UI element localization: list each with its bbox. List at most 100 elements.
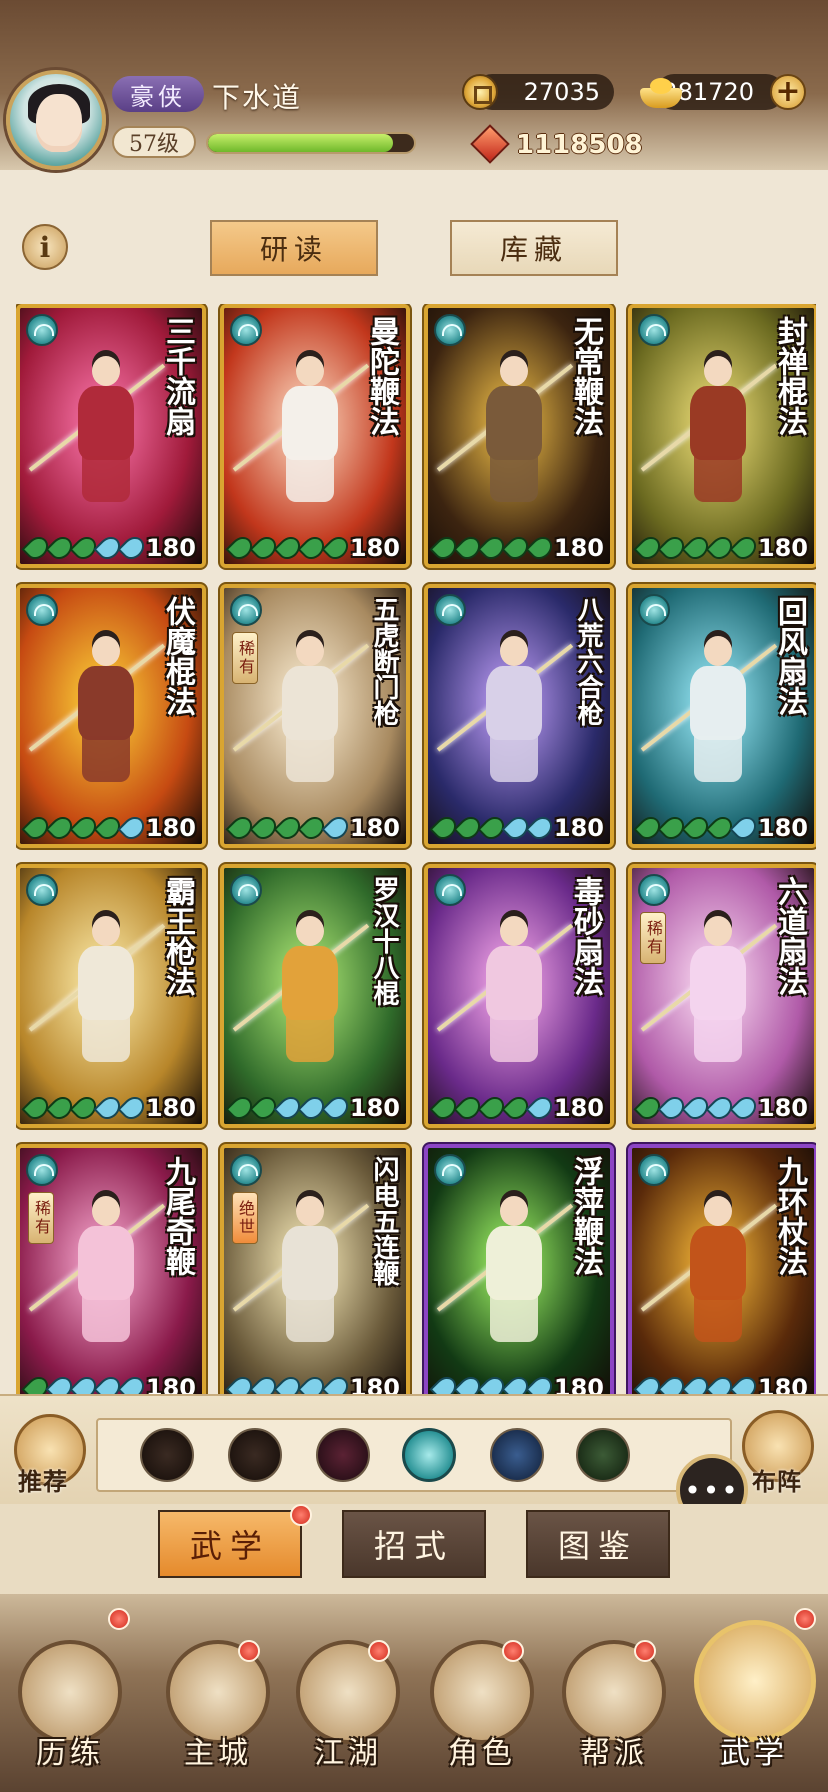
grade-drop-icon [321,532,353,564]
main-city-notification-dot [238,1640,260,1662]
fan-school-badge-icon [230,594,262,626]
formation-label: 布阵 [752,1467,802,1496]
fan-school-icon[interactable] [402,1428,456,1482]
fan-school-badge-icon [26,874,58,906]
card-power: 180 [757,1374,808,1394]
card-title: 霸王枪法 [160,876,195,996]
grade-drop-icon [321,1372,353,1394]
player-name: 下水道 [212,81,303,114]
grade-drop-icon [525,1092,557,1124]
fan-school-badge-icon [638,594,670,626]
martial-art-card[interactable]: 稀有 九尾奇鞭 180 [16,1144,206,1394]
rarity-tag: 稀有 [28,1192,54,1244]
card-grade-drops [21,812,149,844]
info-button[interactable]: i [22,224,68,270]
card-character [464,636,564,786]
grade-drop-icon [117,1092,149,1124]
martial-arts-nav-notification-dot [794,1608,816,1630]
martial-art-card[interactable]: 三千流扇 180 [16,304,206,568]
card-power: 180 [349,814,400,842]
nav-martial-arts-label: 武学 [720,1736,788,1771]
martial-art-card[interactable]: 伏魔棍法 180 [16,584,206,848]
grade-drop-icon [321,1092,353,1124]
card-power: 180 [553,1374,604,1394]
card-character [260,1196,360,1346]
fan-school-badge-icon [434,314,466,346]
card-title: 九尾奇鞭 [160,1156,195,1276]
combat-power-value: 1118508 [516,130,643,160]
card-grade-drops [633,812,761,844]
card-title: 伏魔棍法 [160,596,195,716]
martial-art-card[interactable]: 稀有 五虎断门枪 180 [220,584,410,848]
leaf-school-icon[interactable] [576,1428,630,1482]
card-power: 180 [349,1094,400,1122]
martial-art-card[interactable]: 稀有 六道扇法 180 [628,864,816,1128]
card-grade-drops [225,532,353,564]
card-title: 浮萍鞭法 [568,1156,603,1276]
card-title: 三千流扇 [160,316,195,436]
fan-school-badge-icon [638,1154,670,1186]
recommend-label: 推荐 [18,1467,68,1496]
card-power: 180 [349,534,400,562]
card-grade-drops [633,1372,761,1394]
martial-art-card[interactable]: 毒砂扇法 180 [424,864,614,1128]
fan-school-badge-icon [230,874,262,906]
card-grade-drops [429,532,557,564]
card-power: 180 [757,1094,808,1122]
card-grade-drops [633,1092,761,1124]
tab-moves[interactable]: 招式 [342,1510,486,1578]
martial-art-card[interactable]: 八荒六合枪 180 [424,584,614,848]
gold-ingot-icon [640,74,682,110]
card-title: 六道扇法 [772,876,807,996]
avatar-face [36,94,82,152]
grade-drop-icon [729,1372,761,1394]
grade-drop-icon [729,532,761,564]
nav-jianghu-label: 江湖 [314,1736,382,1771]
martial-art-card[interactable]: 曼陀鞭法 180 [220,304,410,568]
card-title: 九环杖法 [772,1156,807,1276]
tab-martial-arts[interactable]: 武学 [158,1510,302,1578]
card-power: 180 [553,814,604,842]
martial-art-card[interactable]: 霸王枪法 180 [16,864,206,1128]
fan-school-badge-icon [26,314,58,346]
card-power: 180 [145,814,196,842]
player-level: 57级 [112,126,196,158]
martial-art-card[interactable]: 浮萍鞭法 180 [424,1144,614,1394]
martial-art-card[interactable]: 绝世 闪电五连鞭 180 [220,1144,410,1394]
martial-arts-notification-dot [290,1504,312,1526]
spear-school-icon[interactable] [228,1428,282,1482]
card-title: 罗汉十八棍 [369,876,399,1006]
martial-art-card[interactable]: 无常鞭法 180 [424,304,614,568]
martial-art-card[interactable]: 回风扇法 180 [628,584,816,848]
martial-art-card[interactable]: 封禅棍法 180 [628,304,816,568]
card-title: 回风扇法 [772,596,807,716]
sword-school-icon[interactable] [140,1428,194,1482]
player-avatar[interactable] [6,70,106,170]
martial-art-card[interactable]: 九环杖法 180 [628,1144,816,1394]
recharge-plus-button[interactable]: + [770,74,806,110]
nav-martial-arts[interactable] [694,1620,816,1742]
guild-notification-dot [634,1640,656,1662]
card-power: 180 [145,1094,196,1122]
card-character [56,1196,156,1346]
grade-drop-icon [321,812,353,844]
rarity-tag: 稀有 [640,912,666,964]
fan-school-badge-icon [434,594,466,626]
tab-codex[interactable]: 图鉴 [526,1510,670,1578]
taiji-school-icon[interactable] [490,1428,544,1482]
card-title: 封禅棍法 [772,316,807,436]
fan-school-badge-icon [638,314,670,346]
card-grade-drops [429,1372,557,1394]
fan-school-badge-icon [26,594,58,626]
tab-study[interactable]: 研读 [210,220,378,276]
training-notification-dot [108,1608,130,1630]
card-power: 180 [349,1374,400,1394]
rarity-tag: 稀有 [232,632,258,684]
exp-bar-fill [208,134,394,152]
player-rank-badge: 豪侠 [112,76,204,112]
tab-collection[interactable]: 库藏 [450,220,618,276]
martial-art-card[interactable]: 罗汉十八棍 180 [220,864,410,1128]
fan-school-badge-icon [230,314,262,346]
nav-training-label: 历练 [36,1736,104,1771]
palm-school-icon[interactable] [316,1428,370,1482]
